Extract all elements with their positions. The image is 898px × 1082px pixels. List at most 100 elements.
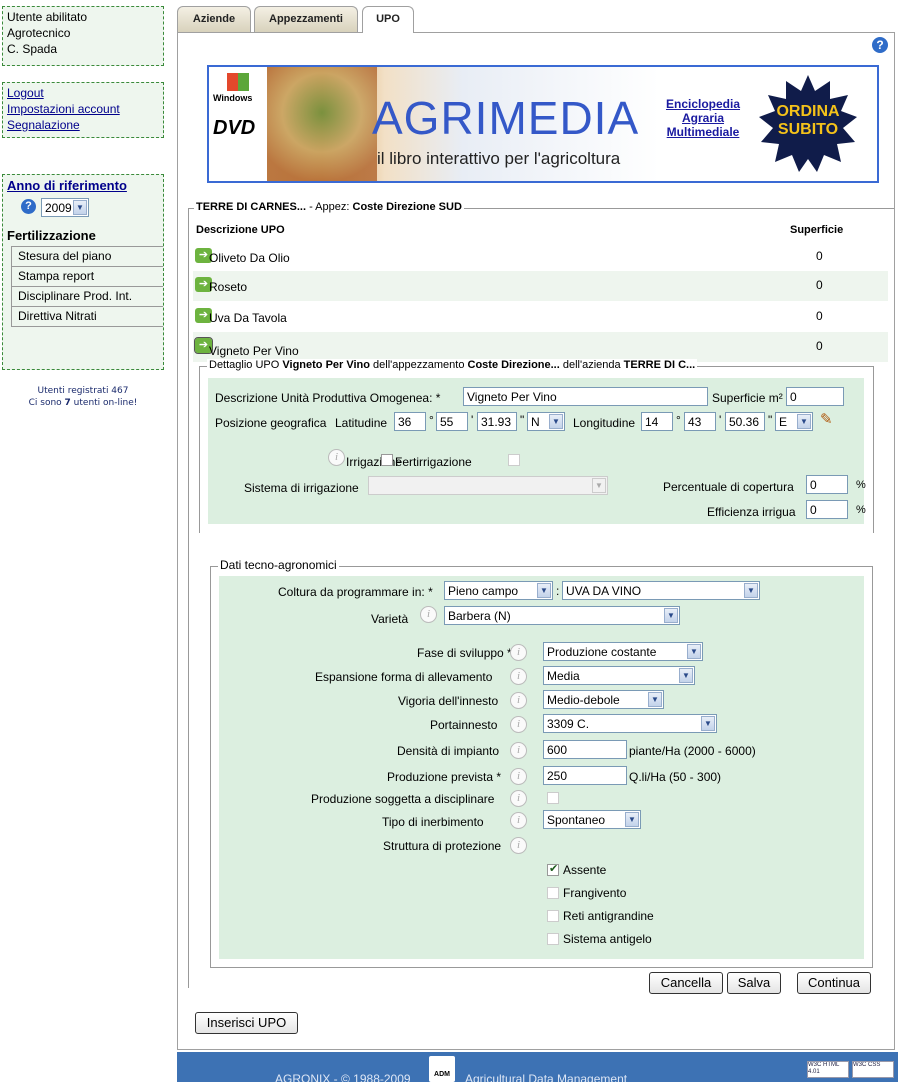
lon-sec-input[interactable]: 50.36 bbox=[725, 412, 765, 431]
inerbimento-label: Tipo di inerbimento bbox=[382, 815, 484, 829]
colon-separator: : bbox=[556, 584, 560, 598]
logout-link[interactable]: Logout bbox=[7, 85, 159, 101]
sistema-irrigazione-select[interactable]: ▼ bbox=[368, 476, 608, 495]
tab-appezzamenti[interactable]: Appezzamenti bbox=[254, 6, 358, 32]
portainnesto-select[interactable]: 3309 C. ▼ bbox=[543, 714, 717, 733]
chevron-down-icon: ▼ bbox=[664, 608, 678, 623]
upo-name[interactable]: Roseto bbox=[209, 280, 247, 294]
protezione-checkbox[interactable] bbox=[547, 910, 559, 922]
detail-appez-name: Coste Direzione... bbox=[467, 359, 560, 371]
info-icon[interactable]: i bbox=[510, 790, 527, 807]
protezione-checkbox[interactable]: ✔ bbox=[547, 863, 559, 876]
encyclopedia-link[interactable]: Enciclopedia Agraria Multimediale bbox=[665, 97, 741, 139]
upo-row[interactable]: ➔ Oliveto Da Olio 0 bbox=[193, 242, 888, 272]
lon-deg-input[interactable]: 14 bbox=[641, 412, 673, 431]
account-settings-link[interactable]: Impostazioni account bbox=[7, 101, 159, 117]
irrigazione-checkbox[interactable] bbox=[381, 454, 393, 466]
chevron-down-icon: ▼ bbox=[701, 716, 715, 731]
chevron-down-icon: ▼ bbox=[687, 644, 701, 659]
cancel-button[interactable]: Cancella bbox=[649, 972, 723, 994]
online-suffix: utenti on-line! bbox=[70, 398, 138, 408]
upo-list-legend: TERRE DI CARNES... - Appez: Coste Direzi… bbox=[194, 201, 464, 213]
info-icon[interactable]: i bbox=[510, 768, 527, 785]
azienda-name: TERRE DI CARNES... bbox=[196, 201, 307, 213]
protezione-option-label: Frangivento bbox=[563, 886, 627, 900]
min-symbol: ' bbox=[719, 413, 722, 427]
fase-select[interactable]: Produzione costante ▼ bbox=[543, 642, 703, 661]
desc-input[interactable]: Vigneto Per Vino bbox=[463, 387, 708, 406]
w3c-css-badge[interactable]: W3C CSS bbox=[852, 1061, 894, 1078]
densita-input[interactable]: 600 bbox=[543, 740, 627, 759]
adm-logo: ADM bbox=[429, 1056, 455, 1082]
anno-riferimento-link[interactable]: Anno di riferimento bbox=[7, 178, 159, 194]
info-icon[interactable]: i bbox=[510, 812, 527, 829]
insert-upo-button[interactable]: Inserisci UPO bbox=[195, 1012, 298, 1034]
help-icon[interactable]: ? bbox=[21, 199, 36, 215]
user-info-box: Utente abilitato Agrotecnico C. Spada bbox=[2, 6, 164, 66]
sidebar-menu-item[interactable]: Stesura del piano bbox=[11, 246, 163, 267]
protezione-checkbox[interactable] bbox=[547, 933, 559, 945]
upo-name[interactable]: Oliveto Da Olio bbox=[209, 251, 290, 265]
info-icon[interactable]: i bbox=[328, 449, 345, 466]
detail-legend: Dettaglio UPO Vigneto Per Vino dell'appe… bbox=[207, 359, 698, 371]
anno-select[interactable]: 2009 ▼ bbox=[41, 198, 89, 217]
agrimedia-banner[interactable]: Windows DVD AGRIMEDIA il libro interatti… bbox=[207, 65, 879, 183]
info-icon[interactable]: i bbox=[420, 606, 437, 623]
lon-min-input[interactable]: 43 bbox=[684, 412, 716, 431]
info-icon[interactable]: i bbox=[510, 644, 527, 661]
lat-hemisphere-select[interactable]: N ▼ bbox=[527, 412, 565, 431]
copyright-text: AGRONIX - © 1988-2009 bbox=[275, 1072, 411, 1082]
info-icon[interactable]: i bbox=[510, 716, 527, 733]
tab-aziende[interactable]: Aziende bbox=[177, 6, 251, 32]
info-icon[interactable]: i bbox=[510, 668, 527, 685]
lon-hemisphere-select[interactable]: E ▼ bbox=[775, 412, 813, 431]
varieta-label: Varietà bbox=[371, 612, 409, 626]
continue-button[interactable]: Continua bbox=[797, 972, 871, 994]
save-button[interactable]: Salva bbox=[727, 972, 781, 994]
info-icon[interactable]: i bbox=[510, 742, 527, 759]
disciplinare-checkbox[interactable] bbox=[547, 792, 559, 804]
order-text: ORDINA SUBITO bbox=[776, 103, 840, 138]
windows-text: Windows bbox=[213, 93, 253, 103]
upo-row[interactable]: ➔ Uva Da Tavola 0 bbox=[193, 302, 888, 332]
percentuale-label: Percentuale di copertura bbox=[663, 480, 794, 494]
sidebar-menu-item[interactable]: Stampa report bbox=[11, 267, 163, 287]
upo-name[interactable]: Vigneto Per Vino bbox=[209, 344, 299, 358]
sec-symbol: " bbox=[768, 413, 773, 427]
report-issue-link[interactable]: Segnalazione bbox=[7, 117, 159, 133]
efficienza-input[interactable]: 0 bbox=[806, 500, 848, 519]
col-header-description: Descrizione UPO bbox=[196, 224, 285, 236]
upo-row[interactable]: ➔ Roseto 0 bbox=[193, 271, 888, 301]
sidebar-menu-item[interactable]: Disciplinare Prod. Int. bbox=[11, 287, 163, 307]
w3c-html-badge[interactable]: W3C HTML 4.01 bbox=[807, 1061, 849, 1078]
lat-deg-input[interactable]: 36 bbox=[394, 412, 426, 431]
vigoria-select[interactable]: Medio-debole ▼ bbox=[543, 690, 664, 709]
produzione-input[interactable]: 250 bbox=[543, 766, 627, 785]
coltura-crop-select[interactable]: UVA DA VINO ▼ bbox=[562, 581, 760, 600]
user-name: C. Spada bbox=[7, 42, 58, 56]
order-badge[interactable]: ORDINA SUBITO bbox=[757, 73, 859, 175]
espansione-select[interactable]: Media ▼ bbox=[543, 666, 695, 685]
varieta-select[interactable]: Barbera (N) ▼ bbox=[444, 606, 680, 625]
info-icon[interactable]: i bbox=[510, 692, 527, 709]
coltura-select[interactable]: Pieno campo ▼ bbox=[444, 581, 553, 600]
deg-symbol: ° bbox=[676, 413, 681, 427]
upo-name[interactable]: Uva Da Tavola bbox=[209, 311, 287, 325]
upo-row[interactable]: ➔ Vigneto Per Vino 0 bbox=[193, 332, 888, 362]
check-icon: ✔ bbox=[549, 863, 559, 875]
inerbimento-select[interactable]: Spontaneo ▼ bbox=[543, 810, 641, 829]
lat-sec-input[interactable]: 31.93 bbox=[477, 412, 517, 431]
densita-unit: piante/Ha (2000 - 6000) bbox=[629, 744, 756, 758]
protezione-checkbox[interactable] bbox=[547, 887, 559, 899]
banner-subtitle: il libro interattivo per l'agricoltura bbox=[377, 149, 621, 168]
pencil-icon[interactable]: ✎ bbox=[820, 410, 833, 428]
sidebar-menu-item[interactable]: Direttiva Nitrati bbox=[11, 307, 163, 327]
help-icon[interactable]: ? bbox=[872, 37, 888, 53]
percentuale-input[interactable]: 0 bbox=[806, 475, 848, 494]
lat-min-input[interactable]: 55 bbox=[436, 412, 468, 431]
superficie-input[interactable]: 0 bbox=[786, 387, 844, 406]
portainnesto-label: Portainnesto bbox=[430, 718, 498, 732]
info-icon[interactable]: i bbox=[510, 837, 527, 854]
fertirrigazione-checkbox[interactable] bbox=[508, 454, 520, 466]
tab-upo[interactable]: UPO bbox=[362, 6, 414, 33]
